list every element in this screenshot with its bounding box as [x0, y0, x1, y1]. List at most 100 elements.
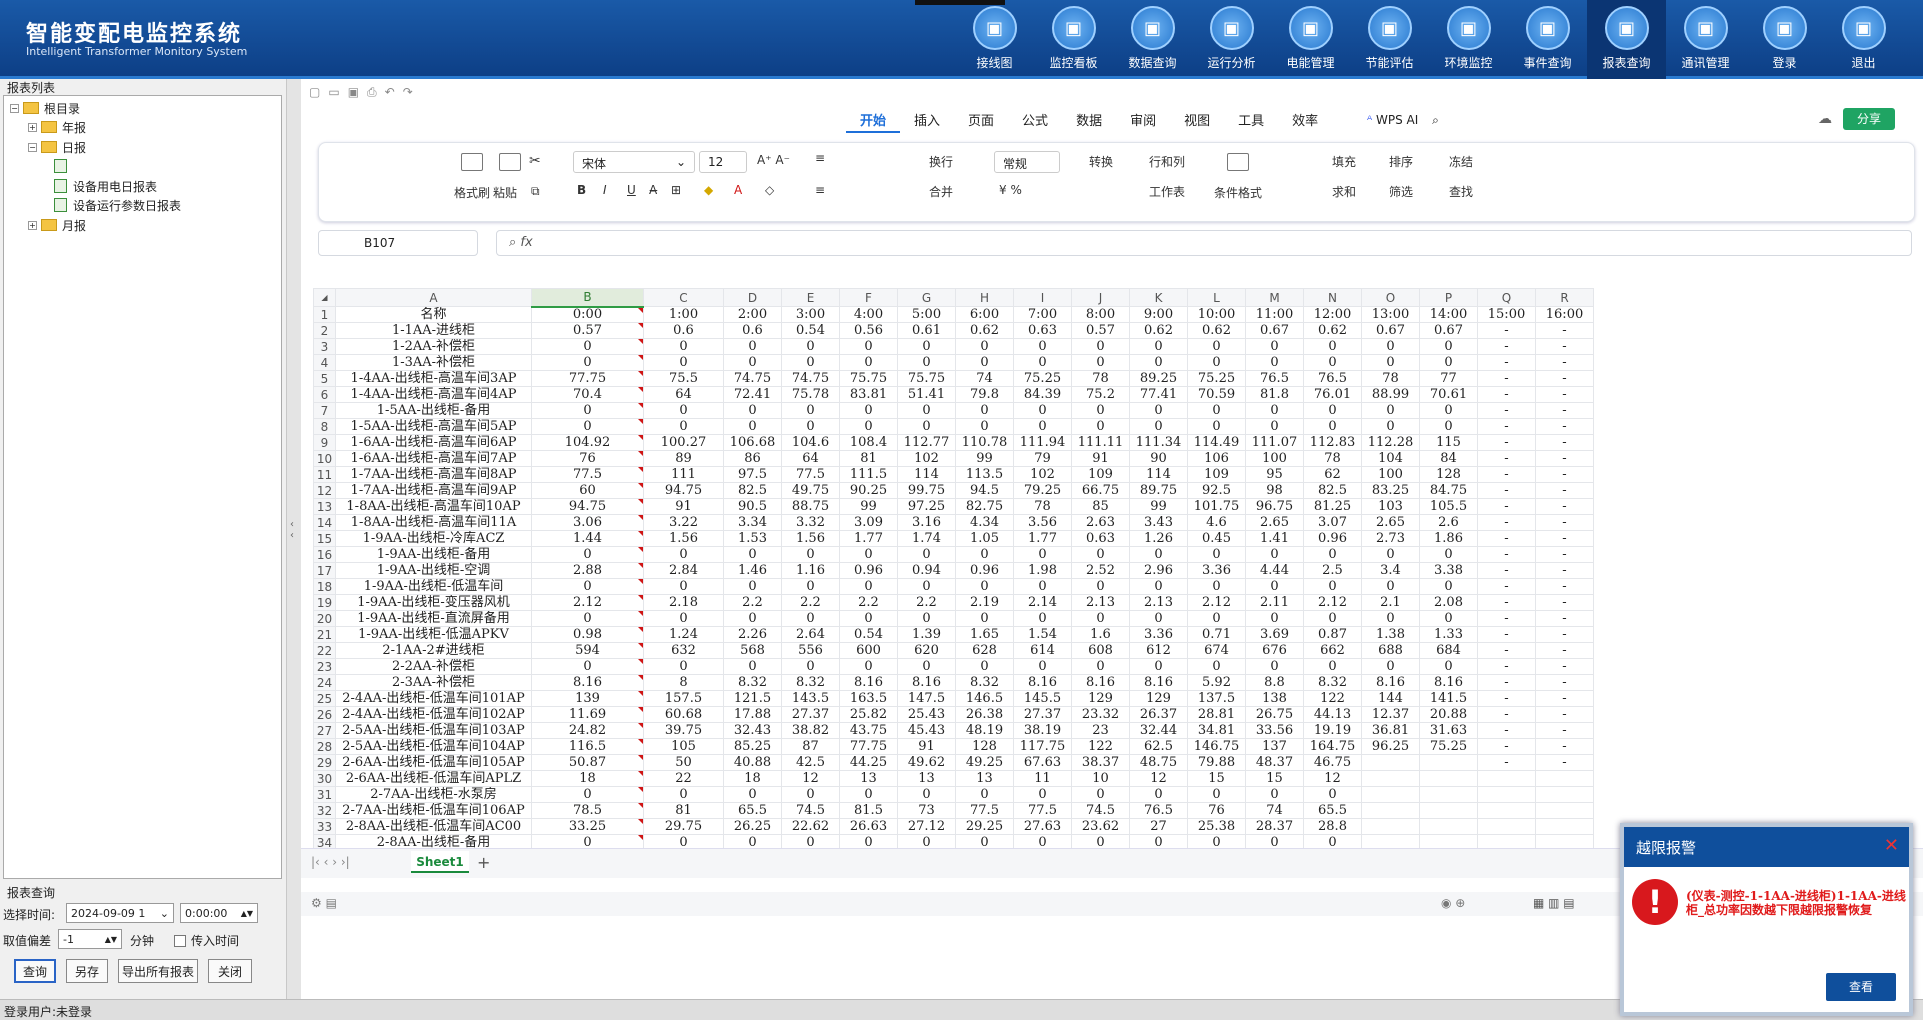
cell[interactable]: 90.25	[839, 482, 898, 499]
undo-icon[interactable]: ↶	[385, 85, 395, 100]
nav-item[interactable]: ▣ 退出	[1824, 0, 1903, 79]
cell[interactable]: 0.98	[531, 626, 644, 643]
cell[interactable]: 0	[1129, 354, 1188, 371]
cell[interactable]: 1-6AA-出线柜-高温车间6AP	[335, 434, 532, 451]
cell[interactable]: 0	[1419, 354, 1478, 371]
cell[interactable]: -	[1477, 722, 1536, 739]
ribbon-tab[interactable]: 页面	[954, 111, 1008, 133]
cell[interactable]: -	[1535, 594, 1594, 611]
cell[interactable]: 0	[897, 658, 956, 675]
cell[interactable]: 77.5	[781, 466, 840, 483]
cell[interactable]: 0	[1071, 610, 1130, 627]
cell[interactable]: 106	[1187, 450, 1246, 467]
nav-item[interactable]: ▣ 运行分析	[1192, 0, 1271, 79]
cell[interactable]: -	[1477, 418, 1536, 435]
cell[interactable]: 144	[1361, 690, 1420, 707]
cell[interactable]: 0	[1071, 354, 1130, 371]
cell[interactable]: 12	[1303, 770, 1362, 787]
cell[interactable]: 0	[1245, 418, 1304, 435]
cell[interactable]: 2.19	[955, 594, 1014, 611]
cell[interactable]: 88.99	[1361, 386, 1420, 403]
view-mode-icon[interactable]: ▦ ▥ ▤	[1533, 896, 1575, 910]
cell[interactable]: 157.5	[643, 690, 724, 707]
cell[interactable]: 76.5	[1303, 370, 1362, 387]
cell[interactable]: 74	[1245, 802, 1304, 819]
macro-icon[interactable]: ⚙ ▤	[311, 896, 337, 910]
cell[interactable]: 48.75	[1129, 754, 1188, 771]
cell[interactable]: 1.56	[643, 530, 724, 547]
cell[interactable]: 6:00	[955, 306, 1014, 323]
cell[interactable]: 2.2	[723, 594, 782, 611]
cell[interactable]: -	[1477, 754, 1536, 771]
cell[interactable]: 0	[1071, 338, 1130, 355]
cell[interactable]: 99.75	[897, 482, 956, 499]
cell[interactable]: -	[1477, 434, 1536, 451]
cell[interactable]: 23.62	[1071, 818, 1130, 835]
font-select[interactable]: 宋体 ⌄	[573, 151, 695, 173]
cell[interactable]: 94.75	[531, 498, 644, 515]
cell[interactable]: 0	[1361, 354, 1420, 371]
cell[interactable]: -	[1477, 530, 1536, 547]
cell[interactable]: 76.5	[1245, 370, 1304, 387]
row-number[interactable]: 19	[313, 594, 336, 611]
cell[interactable]: 13:00	[1361, 306, 1420, 323]
cell[interactable]: 0.6	[643, 322, 724, 339]
cell[interactable]: 0	[839, 418, 898, 435]
cell[interactable]: 33.56	[1245, 722, 1304, 739]
cell[interactable]	[1535, 834, 1594, 848]
cell[interactable]: 0	[955, 610, 1014, 627]
cell[interactable]: 46.75	[1303, 754, 1362, 771]
cell[interactable]: 1.39	[897, 626, 956, 643]
cell[interactable]: 0	[1303, 402, 1362, 419]
cell[interactable]: 556	[781, 642, 840, 659]
border-icon[interactable]: ⊞	[671, 183, 681, 197]
cell[interactable]: 0	[643, 610, 724, 627]
cell[interactable]: 27.63	[1013, 818, 1072, 835]
row-number[interactable]: 8	[313, 418, 336, 435]
cell[interactable]: 0	[1187, 418, 1246, 435]
cell[interactable]: 100	[1361, 466, 1420, 483]
row-number[interactable]: 20	[313, 610, 336, 627]
cell[interactable]: 64	[781, 450, 840, 467]
cell[interactable]: -	[1535, 658, 1594, 675]
cell[interactable]: 25.43	[897, 706, 956, 723]
cell[interactable]: 76	[1187, 802, 1246, 819]
cell[interactable]: 81.25	[1303, 498, 1362, 515]
cell[interactable]: 11:00	[1245, 306, 1304, 323]
cell[interactable]: 105.5	[1419, 498, 1478, 515]
cell[interactable]: 0	[897, 786, 956, 803]
cell[interactable]: 0	[1071, 658, 1130, 675]
cell[interactable]: 83.25	[1361, 482, 1420, 499]
cell[interactable]: 3.16	[897, 514, 956, 531]
cell[interactable]: 0	[1245, 578, 1304, 595]
cell[interactable]: 0	[531, 402, 644, 419]
cell[interactable]: 0	[1187, 402, 1246, 419]
cell[interactable]: -	[1535, 514, 1594, 531]
format-painter-label[interactable]: 格式刷	[454, 184, 490, 201]
cell[interactable]: 2.73	[1361, 530, 1420, 547]
cell[interactable]: 8.16	[1071, 674, 1130, 691]
cell[interactable]: 0	[1071, 402, 1130, 419]
nav-item[interactable]: ▣ 电能管理	[1271, 0, 1350, 79]
cell[interactable]: 0	[643, 338, 724, 355]
cell[interactable]: 27.37	[781, 706, 840, 723]
cell[interactable]: 79	[1013, 450, 1072, 467]
cell[interactable]: 0	[955, 834, 1014, 848]
cell[interactable]: 1-4AA-出线柜-高温车间3AP	[335, 370, 532, 387]
cell[interactable]: 0	[1361, 610, 1420, 627]
cell[interactable]: 82.5	[723, 482, 782, 499]
cell[interactable]: 77.5	[1013, 802, 1072, 819]
cell[interactable]: 0	[643, 658, 724, 675]
cell[interactable]: 4.44	[1245, 562, 1304, 579]
cell[interactable]: 75.25	[1187, 370, 1246, 387]
cell[interactable]: -	[1477, 658, 1536, 675]
cell[interactable]: 26.75	[1245, 706, 1304, 723]
sheet-nav-icon[interactable]: |‹ ‹ › ›|	[311, 855, 350, 869]
cell[interactable]: 0	[839, 658, 898, 675]
cell[interactable]: 0	[1129, 786, 1188, 803]
cell[interactable]: -	[1477, 322, 1536, 339]
cell[interactable]: 0	[1187, 786, 1246, 803]
cell[interactable]: 112.83	[1303, 434, 1362, 451]
cell[interactable]: 1.86	[1419, 530, 1478, 547]
cell[interactable]: 0	[955, 578, 1014, 595]
